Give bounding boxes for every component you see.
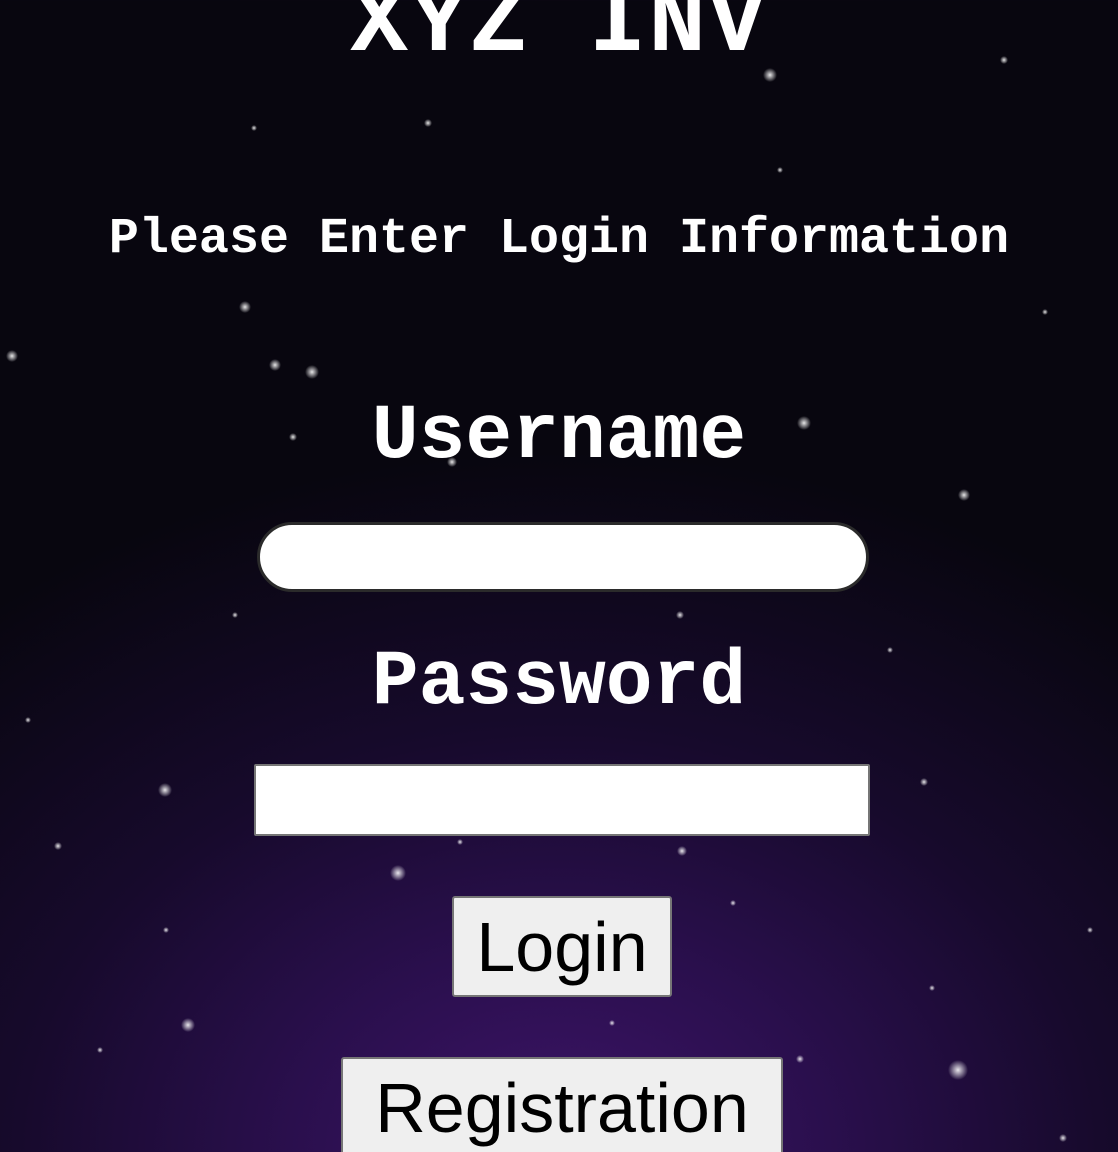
password-input[interactable]	[254, 764, 870, 836]
login-instruction: Please Enter Login Information	[108, 211, 1010, 268]
registration-button[interactable]: Registration	[341, 1057, 783, 1152]
password-label: Password	[371, 639, 747, 727]
username-label: Username	[371, 393, 747, 481]
login-button[interactable]: Login	[452, 896, 672, 997]
app-title: XYZ INV	[350, 0, 768, 79]
username-input[interactable]	[257, 522, 869, 592]
